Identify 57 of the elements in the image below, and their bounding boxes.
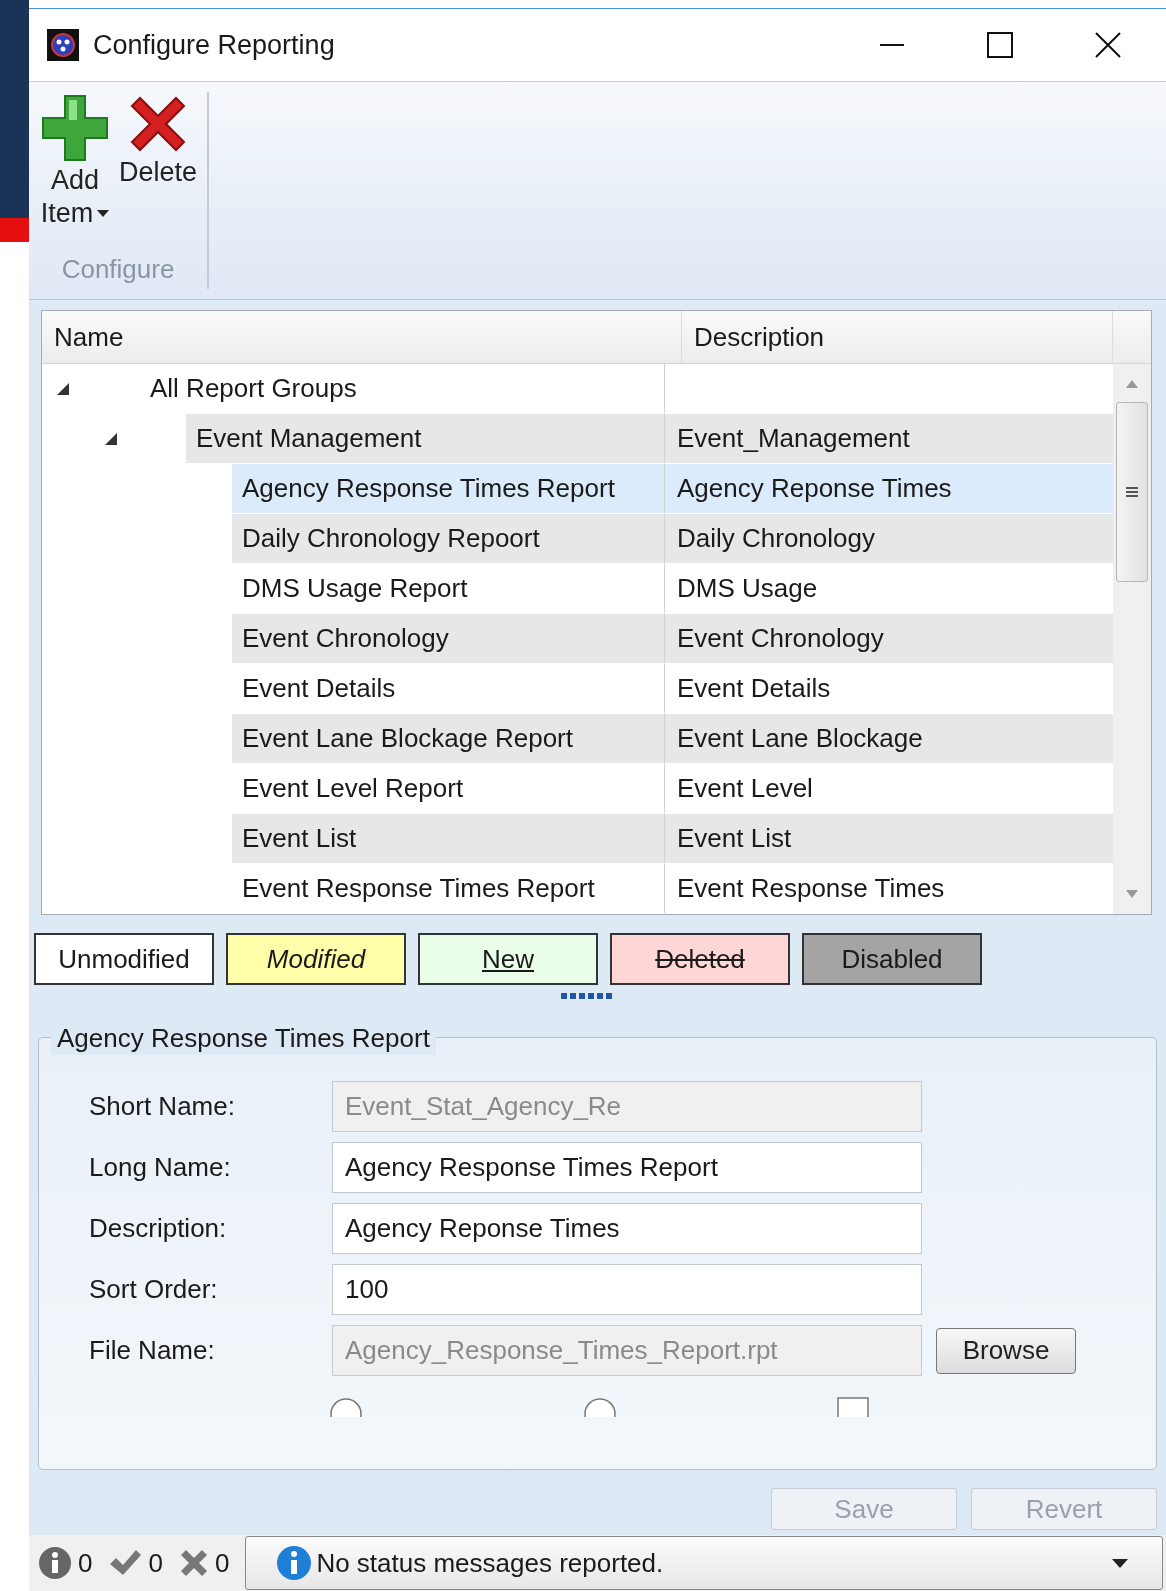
- add-item-button[interactable]: Add Item: [39, 92, 111, 230]
- legend-item: Unmodified: [34, 933, 214, 985]
- row-name: Event Level Report: [241, 772, 465, 805]
- input-field[interactable]: 100: [332, 1264, 922, 1315]
- caret-icon: [1112, 1558, 1128, 1568]
- field-label: Short Name:: [89, 1091, 236, 1122]
- ribbon-group-label: Configure: [60, 254, 176, 286]
- legend-item: Disabled: [802, 933, 982, 985]
- plus-icon: [39, 92, 111, 164]
- legend-item: New: [418, 933, 598, 985]
- field-label: Description:: [89, 1213, 228, 1244]
- window-title: Configure Reporting: [93, 29, 335, 61]
- row-name: Daily Chronology Repoort: [241, 522, 541, 555]
- app-icon: [47, 29, 79, 61]
- count-label: 0: [78, 1547, 93, 1579]
- browse-button[interactable]: Browse: [936, 1327, 1076, 1374]
- legend-item: Deleted: [610, 933, 790, 985]
- field-label: Sort Order:: [89, 1274, 219, 1305]
- scroll-up-icon[interactable]: [1126, 380, 1138, 388]
- row-name: Event List: [241, 822, 358, 855]
- status-message: No status messages reported.: [316, 1547, 664, 1579]
- count-label: 0: [148, 1547, 163, 1579]
- row-name: All Report Groups: [149, 372, 358, 405]
- input-field[interactable]: Agency Response Times Report: [332, 1142, 922, 1193]
- row-name: Event Management: [195, 422, 423, 455]
- count-label: 0: [214, 1547, 230, 1579]
- scrollbar-thumb[interactable]: [1116, 402, 1148, 582]
- row-name: Agency Response Times Report: [241, 472, 616, 505]
- row-name: Event Chronology: [241, 622, 450, 655]
- scroll-down-icon[interactable]: [1126, 890, 1138, 898]
- close-icon[interactable]: [1095, 32, 1121, 58]
- field-label: File Name:: [89, 1335, 216, 1366]
- column-header[interactable]: Name: [42, 311, 682, 363]
- scrollbar[interactable]: [1113, 364, 1151, 914]
- input-field[interactable]: Agency Reponse Times: [332, 1203, 922, 1254]
- delete-button[interactable]: Delete: [119, 92, 198, 230]
- expanded-icon[interactable]: [104, 432, 118, 446]
- tree-row[interactable]: Event Lane Blockage Report Event Lane Blockage: [232, 714, 1113, 764]
- maximize-icon[interactable]: [987, 32, 1013, 58]
- row-name: Event Response Times Report: [241, 872, 596, 905]
- row-name: DMS Usage Report: [241, 572, 469, 605]
- info-icon: [38, 1546, 72, 1580]
- tree-row[interactable]: Event Management Event_Management: [186, 414, 1113, 464]
- row-name: Event Lane Blockage Report: [241, 722, 574, 755]
- tree-row[interactable]: Daily Chronology Repoort Daily Chronology: [232, 514, 1113, 564]
- info-icon: [276, 1545, 313, 1581]
- field-label: Long Name:: [89, 1152, 232, 1183]
- legend-item: Modified: [226, 933, 406, 985]
- tree-row[interactable]: Event Chronology Event Chronology: [232, 614, 1113, 664]
- check-icon: [108, 1548, 143, 1578]
- tree-row[interactable]: Agency Response Times Report Agency Reponse Times: [232, 464, 1113, 514]
- tree-row[interactable]: Event List Event List: [232, 814, 1113, 864]
- splitter-grip-icon[interactable]: [560, 993, 615, 999]
- expanded-icon[interactable]: [56, 382, 70, 396]
- row-name: Event Details: [241, 672, 397, 705]
- status-dropdown[interactable]: No status messages reported.: [245, 1536, 1163, 1590]
- column-header[interactable]: Description: [682, 311, 1113, 363]
